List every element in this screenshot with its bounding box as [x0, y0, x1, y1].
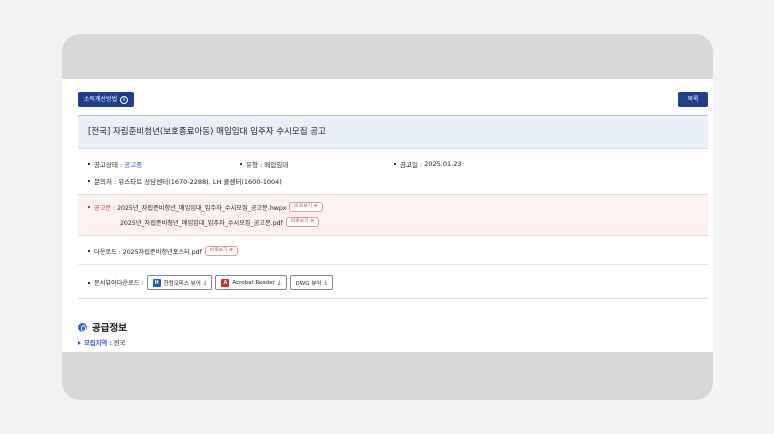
- bullet-icon: [88, 250, 90, 252]
- region-value: 전국: [113, 340, 126, 347]
- hancom-office-icon: H: [152, 278, 161, 287]
- viewer-label: DWG 뷰어: [295, 280, 322, 287]
- status-value: 공고중: [124, 161, 143, 169]
- download-icon: ⤓: [277, 278, 281, 286]
- preview-button[interactable]: 바로보기 ⊕: [289, 202, 323, 212]
- list-button[interactable]: 목록: [678, 92, 708, 107]
- supply-info-icon: [78, 322, 87, 332]
- notice-detail-panel: 소득계산방법 i 목록 [전국] 자립준비청년(보호종료아동) 매입임대 입주자…: [62, 79, 713, 352]
- notice-files-label: 공고문 :: [94, 204, 116, 212]
- dwg-viewer-button[interactable]: DWG 뷰어 ⤓: [289, 275, 333, 290]
- contact-value: 유스타트 상담센터(1670-2288), LH 콜센터(1600-1004): [118, 178, 282, 186]
- bullet-icon: [240, 163, 242, 165]
- viewer-label: 한컴오피스 뷰어: [163, 280, 201, 287]
- bullet-icon: [88, 180, 90, 182]
- region-row: 모집지역 : 전국: [78, 338, 125, 347]
- type-row: 유형 : 매입임대: [240, 159, 288, 169]
- acrobat-icon: A: [221, 278, 230, 287]
- viewer-label: Acrobat Reader: [232, 279, 275, 286]
- date-label: 공고일 :: [400, 161, 423, 169]
- notice-file-link[interactable]: 2025년_자립준비청년_매입임대_입주자_수시모집_공고문.hwpx: [117, 203, 286, 212]
- download-icon: ⤓: [203, 278, 207, 286]
- status-label: 공고상태 :: [94, 161, 123, 169]
- bullet-icon: [88, 163, 90, 165]
- viewer-downloads-label: 문서뷰어다운로드 :: [94, 280, 144, 287]
- date-value: 2025.01.23: [424, 160, 462, 168]
- date-row: 공고일 : 2025.01.23: [394, 159, 462, 169]
- downloads-section: 다운로드 : 2025자립준비청년포스터.pdf 바로보기 ⊕: [78, 237, 708, 265]
- notice-file-link[interactable]: 2025년_자립준비청년_매입임대_입주자_수시모집_공고문.pdf: [120, 218, 283, 227]
- preview-button[interactable]: 바로보기 ⊕: [204, 246, 238, 256]
- viewer-downloads-section: 문서뷰어다운로드 : H 한컴오피스 뷰어 ⤓ A Acrobat Reader…: [78, 266, 708, 299]
- download-row: 다운로드 : 2025자립준비청년포스터.pdf 바로보기 ⊕: [88, 246, 238, 256]
- region-label: 모집지역 :: [84, 340, 112, 347]
- contact-row: 문의처 : 유스타트 상담센터(1670-2288), LH 콜센터(1600-…: [88, 176, 282, 186]
- hancom-viewer-button[interactable]: H 한컴오피스 뷰어 ⤓: [146, 275, 213, 290]
- income-calculation-button[interactable]: 소득계산방법 i: [78, 92, 135, 107]
- triangle-bullet-icon: [78, 340, 81, 345]
- bullet-icon: [88, 281, 90, 284]
- info-icon: i: [120, 95, 129, 104]
- download-icon: ⤓: [324, 278, 327, 286]
- type-value: 매입임대: [264, 161, 289, 169]
- supply-info-title: 공급정보: [92, 323, 127, 334]
- preview-button[interactable]: 바로보기 ⊕: [285, 217, 319, 227]
- type-label: 유형 :: [246, 161, 263, 169]
- notice-title: [전국] 자립준비청년(보호종료아동) 매입임대 입주자 수시모집 공고: [78, 115, 708, 149]
- acrobat-reader-button[interactable]: A Acrobat Reader ⤓: [215, 275, 287, 290]
- supply-info-heading: 공급정보: [78, 320, 127, 334]
- notice-info: 공고상태 : 공고중 유형 : 매입임대 공고일 : 2025.01.23 문의…: [78, 151, 708, 193]
- contact-label: 문의처 :: [94, 178, 117, 186]
- download-file-link[interactable]: 2025자립준비청년포스터.pdf: [123, 247, 202, 256]
- status-row: 공고상태 : 공고중: [88, 159, 142, 169]
- notice-file-row: 공고문 : 2025년_자립준비청년_매입임대_입주자_수시모집_공고문.hwp…: [88, 202, 323, 212]
- viewer-row: 문서뷰어다운로드 : H 한컴오피스 뷰어 ⤓ A Acrobat Reader…: [88, 275, 333, 290]
- notice-file-row: 2025년_자립준비청년_매입임대_입주자_수시모집_공고문.pdf 바로보기 …: [120, 217, 319, 227]
- screen-frame: 소득계산방법 i 목록 [전국] 자립준비청년(보호종료아동) 매입임대 입주자…: [62, 34, 713, 400]
- downloads-label: 다운로드 :: [94, 248, 121, 256]
- bullet-icon: [394, 163, 396, 165]
- bullet-icon: [88, 206, 90, 208]
- income-calculation-label: 소득계산방법: [84, 96, 118, 103]
- notice-files-section: 공고문 : 2025년_자립준비청년_매입임대_입주자_수시모집_공고문.hwp…: [78, 194, 708, 236]
